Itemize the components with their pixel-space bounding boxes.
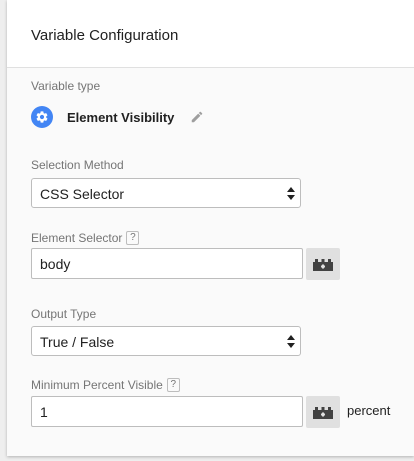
selection-method-select[interactable]: CSS Selector [31, 178, 301, 208]
select-arrows-icon [287, 187, 295, 200]
select-arrows-icon [287, 335, 295, 348]
help-icon[interactable]: ? [126, 231, 140, 245]
element-selector-input[interactable]: body [31, 248, 303, 279]
element-selector-value: body [40, 256, 71, 272]
card-header: Variable Configuration [7, 0, 414, 68]
lego-brick-icon [313, 407, 333, 419]
output-type-label: Output Type [31, 307, 97, 321]
gear-icon [31, 106, 53, 128]
selection-method-value: CSS Selector [40, 186, 125, 202]
output-type-select[interactable]: True / False [31, 326, 301, 356]
element-selector-label-row: Element Selector? [31, 231, 140, 245]
lego-brick-icon [313, 259, 333, 271]
min-percent-input[interactable]: 1 [31, 396, 303, 427]
variable-type-row[interactable]: Element Visibility [31, 105, 204, 129]
percent-suffix: percent [347, 403, 391, 418]
min-percent-label-row: Minimum Percent Visible? [31, 378, 180, 392]
insert-variable-button[interactable] [306, 396, 340, 428]
selection-method-label: Selection Method [31, 158, 124, 172]
insert-variable-button[interactable] [306, 248, 340, 280]
min-percent-value: 1 [40, 404, 48, 420]
output-type-value: True / False [40, 334, 115, 350]
help-icon[interactable]: ? [166, 378, 180, 392]
element-selector-label: Element Selector [31, 231, 123, 245]
min-percent-label: Minimum Percent Visible [31, 378, 163, 392]
variable-type-name: Element Visibility [67, 109, 175, 125]
card-title: Variable Configuration [31, 27, 179, 44]
pencil-icon[interactable] [190, 110, 204, 124]
variable-configuration-card: Variable Configuration Variable type Ele… [7, 0, 414, 456]
variable-type-label: Variable type [31, 79, 101, 93]
